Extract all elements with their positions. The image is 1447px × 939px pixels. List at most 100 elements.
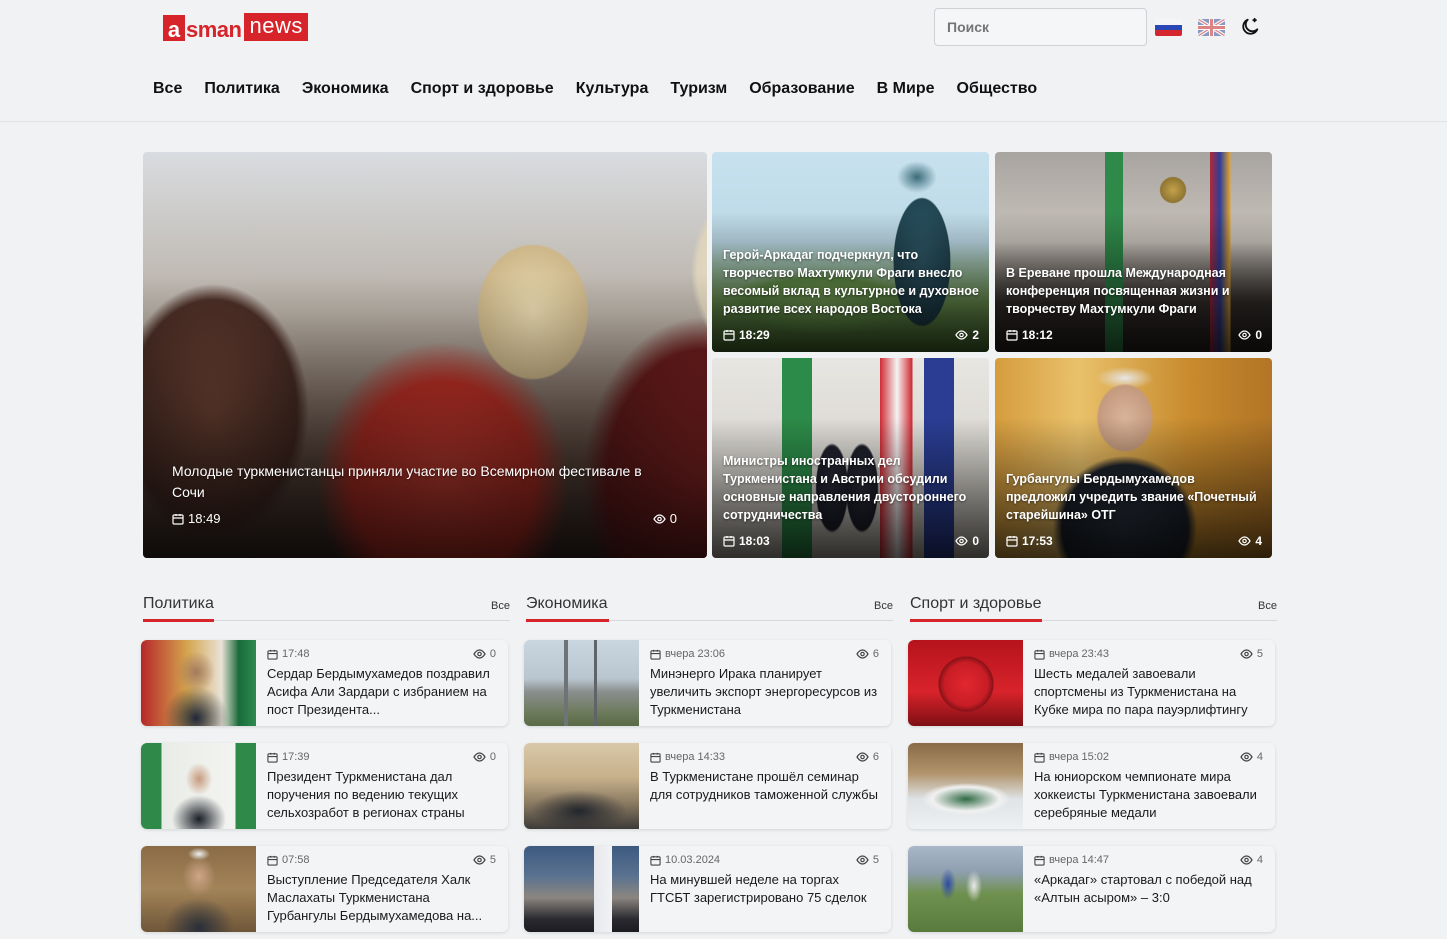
calendar-icon — [650, 752, 661, 763]
card-meta: вчера 15:02 4 — [1034, 751, 1263, 763]
english-flag-icon[interactable] — [1198, 19, 1225, 36]
eye-icon — [473, 752, 486, 762]
hero-news-card[interactable]: Молодые туркменистанцы приняли участие в… — [143, 152, 707, 558]
site-header: a sman news Все Политика Экономика Спорт… — [0, 0, 1447, 122]
tile-title[interactable]: Министры иностранных дел Туркменистана и… — [723, 452, 979, 524]
card-views: 0 — [489, 751, 496, 763]
russian-flag-icon[interactable] — [1155, 19, 1182, 36]
calendar-icon — [172, 513, 184, 525]
card-time: вчера 23:43 — [1049, 648, 1110, 660]
nav-item-society[interactable]: Общество — [957, 80, 1038, 98]
tile-views: 4 — [1255, 534, 1262, 548]
section-all-link[interactable]: Все — [874, 600, 893, 612]
hero-time: 18:49 — [188, 511, 221, 526]
hero-title[interactable]: Молодые туркменистанцы приняли участие в… — [172, 461, 677, 503]
news-card[interactable]: 10.03.2024 5 На минувшей неделе на торга… — [524, 846, 891, 932]
card-time: вчера 14:47 — [1049, 854, 1110, 866]
section-all-link[interactable]: Все — [1258, 600, 1277, 612]
card-thumbnail — [141, 743, 256, 829]
card-title[interactable]: На минувшей неделе на торгах ГТСБТ зарег… — [650, 871, 881, 907]
card-meta: 10.03.2024 5 — [650, 854, 879, 866]
nav-item-education[interactable]: Образование — [749, 80, 854, 98]
nav-item-sport[interactable]: Спорт и здоровье — [411, 80, 554, 98]
section-title[interactable]: Политика — [143, 595, 214, 613]
news-card[interactable]: вчера 14:47 4 «Аркадаг» стартовал с побе… — [908, 846, 1275, 932]
tile-title[interactable]: В Ереване прошла Международная конференц… — [1006, 264, 1262, 318]
nav-item-tourism[interactable]: Туризм — [670, 80, 727, 98]
news-tile[interactable]: Герой-Аркадаг подчеркнул, что творчество… — [712, 152, 989, 352]
card-title[interactable]: Сердар Бердымухамедов поздравил Асифа Ал… — [267, 665, 498, 719]
card-time: вчера 23:06 — [665, 648, 726, 660]
tile-title[interactable]: Гурбангулы Бердымухамедов предложил учре… — [1006, 470, 1262, 524]
eye-icon — [856, 855, 869, 865]
news-tile[interactable]: Гурбангулы Бердымухамедов предложил учре… — [995, 358, 1272, 558]
card-title[interactable]: На юниорском чемпионате мира хоккеисты Т… — [1034, 768, 1265, 822]
section-title[interactable]: Экономика — [526, 595, 608, 613]
card-meta: 07:58 5 — [267, 854, 496, 866]
nav-item-all[interactable]: Все — [153, 80, 182, 98]
card-title[interactable]: Шесть медалей завоевали спортсмены из Ту… — [1034, 665, 1265, 719]
main-nav: Все Политика Экономика Спорт и здоровье … — [153, 80, 1037, 98]
eye-icon — [856, 649, 869, 659]
search-input[interactable] — [934, 8, 1147, 46]
hero-meta: 18:49 0 — [172, 511, 677, 526]
card-title[interactable]: Президент Туркменистана дал поручения по… — [267, 768, 498, 822]
nav-item-economy[interactable]: Экономика — [302, 80, 389, 98]
card-views: 6 — [872, 648, 879, 660]
card-time: 10.03.2024 — [665, 854, 721, 866]
calendar-icon — [1034, 649, 1045, 660]
news-card[interactable]: вчера 14:33 6 В Туркменистане прошёл сем… — [524, 743, 891, 829]
eye-icon — [955, 536, 969, 546]
calendar-icon — [650, 649, 661, 660]
calendar-icon — [1034, 855, 1045, 866]
section-header: Политика Все — [143, 592, 510, 622]
card-title[interactable]: В Туркменистане прошёл семинар для сотру… — [650, 768, 881, 804]
news-card[interactable]: 17:48 0 Сердар Бердымухамедов поздравил … — [141, 640, 508, 726]
news-tile[interactable]: Министры иностранных дел Туркменистана и… — [712, 358, 989, 558]
card-time: вчера 14:33 — [665, 751, 726, 763]
calendar-icon — [723, 536, 735, 547]
section-all-link[interactable]: Все — [491, 600, 510, 612]
eye-icon — [1240, 855, 1253, 865]
tile-title[interactable]: Герой-Аркадаг подчеркнул, что творчество… — [723, 246, 979, 318]
dark-mode-toggle[interactable] — [1237, 14, 1263, 40]
tile-time: 17:53 — [1022, 534, 1053, 548]
news-card[interactable]: 07:58 5 Выступление Председателя Халк Ма… — [141, 846, 508, 932]
card-meta: 17:39 0 — [267, 751, 496, 763]
tile-views: 2 — [972, 328, 979, 342]
eye-icon — [1238, 330, 1252, 340]
tile-time: 18:03 — [739, 534, 770, 548]
section-economy: Экономика Все вчера 23:06 6 Минэнерго Ир… — [524, 592, 893, 932]
calendar-icon — [650, 855, 661, 866]
card-title[interactable]: Выступление Председателя Халк Маслахаты … — [267, 871, 498, 925]
news-card[interactable]: вчера 23:43 5 Шесть медалей завоевали сп… — [908, 640, 1275, 726]
card-thumbnail — [908, 846, 1023, 932]
news-card[interactable]: 17:39 0 Президент Туркменистана дал пору… — [141, 743, 508, 829]
calendar-icon — [1006, 536, 1018, 547]
calendar-icon — [1006, 330, 1018, 341]
site-logo[interactable]: a sman news — [163, 13, 308, 42]
calendar-icon — [1034, 752, 1045, 763]
card-time: 17:39 — [282, 751, 310, 763]
card-title[interactable]: «Аркадаг» стартовал с победой над «Алтын… — [1034, 871, 1265, 907]
section-title[interactable]: Спорт и здоровье — [910, 595, 1042, 613]
card-thumbnail — [908, 743, 1023, 829]
card-thumbnail — [908, 640, 1023, 726]
nav-item-culture[interactable]: Культура — [576, 80, 649, 98]
news-tile[interactable]: В Ереване прошла Международная конференц… — [995, 152, 1272, 352]
news-card[interactable]: вчера 23:06 6 Минэнерго Ирака планирует … — [524, 640, 891, 726]
tile-meta: 18:03 0 — [723, 534, 979, 548]
card-title[interactable]: Минэнерго Ирака планирует увеличить эксп… — [650, 665, 881, 719]
section-politics: Политика Все 17:48 0 Сердар Бердымухамед… — [141, 592, 510, 932]
tile-meta: 18:29 2 — [723, 328, 979, 342]
eye-icon — [856, 752, 869, 762]
tile-views: 0 — [1255, 328, 1262, 342]
card-thumbnail — [524, 743, 639, 829]
nav-item-world[interactable]: В Мире — [877, 80, 935, 98]
card-time: вчера 15:02 — [1049, 751, 1110, 763]
card-time: 07:58 — [282, 854, 310, 866]
nav-item-politics[interactable]: Политика — [204, 80, 279, 98]
card-views: 0 — [489, 648, 496, 660]
news-card[interactable]: вчера 15:02 4 На юниорском чемпионате ми… — [908, 743, 1275, 829]
card-views: 4 — [1256, 751, 1263, 763]
